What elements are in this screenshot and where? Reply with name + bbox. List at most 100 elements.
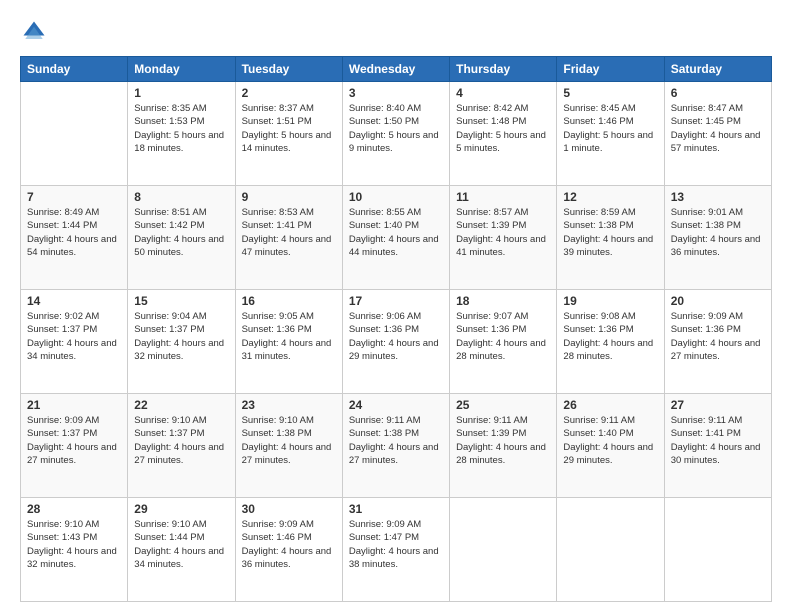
day-info: Sunrise: 8:57 AMSunset: 1:39 PMDaylight:… (456, 206, 550, 259)
calendar-day-cell: 4 Sunrise: 8:42 AMSunset: 1:48 PMDaylight… (450, 82, 557, 186)
day-info: Sunrise: 9:09 AMSunset: 1:37 PMDaylight:… (27, 414, 121, 467)
calendar-day-cell: 26Sunrise: 9:11 AMSunset: 1:40 PMDayligh… (557, 394, 664, 498)
day-info: Sunrise: 9:10 AMSunset: 1:44 PMDaylight:… (134, 518, 228, 571)
weekday-header: Monday (128, 57, 235, 82)
calendar-day-cell: 30 Sunrise: 9:09 AMSunset: 1:46 PMDayligh… (235, 498, 342, 602)
weekday-header: Saturday (664, 57, 771, 82)
day-info: Sunrise: 9:10 AMSunset: 1:37 PMDaylight:… (134, 414, 228, 467)
logo-icon (20, 18, 48, 46)
day-info: Sunrise: 9:07 AMSunset: 1:36 PMDaylight:… (456, 310, 550, 363)
day-info: Sunrise: 9:04 AMSunset: 1:37 PMDaylight:… (134, 310, 228, 363)
weekday-header: Friday (557, 57, 664, 82)
calendar-day-cell: 9Sunrise: 8:53 AMSunset: 1:41 PMDaylight… (235, 186, 342, 290)
calendar-day-cell: 19 Sunrise: 9:08 AMSunset: 1:36 PMDayligh… (557, 290, 664, 394)
calendar-day-cell: 21 Sunrise: 9:09 AMSunset: 1:37 PMDayligh… (21, 394, 128, 498)
day-info: Sunrise: 9:10 AMSunset: 1:43 PMDaylight:… (27, 518, 121, 571)
calendar-day-cell: 3Sunrise: 8:40 AMSunset: 1:50 PMDaylight… (342, 82, 449, 186)
day-number: 12 (563, 190, 657, 204)
day-info: Sunrise: 8:59 AMSunset: 1:38 PMDaylight:… (563, 206, 657, 259)
day-info: Sunrise: 8:37 AMSunset: 1:51 PMDaylight:… (242, 102, 336, 155)
calendar-day-cell: 13 Sunrise: 9:01 AMSunset: 1:38 PMDayligh… (664, 186, 771, 290)
calendar-day-cell: 8 Sunrise: 8:51 AMSunset: 1:42 PMDaylight… (128, 186, 235, 290)
calendar-header-row: SundayMondayTuesdayWednesdayThursdayFrid… (21, 57, 772, 82)
calendar-day-cell: 12 Sunrise: 8:59 AMSunset: 1:38 PMDayligh… (557, 186, 664, 290)
day-number: 24 (349, 398, 443, 412)
calendar-week-row: 7Sunrise: 8:49 AMSunset: 1:44 PMDaylight… (21, 186, 772, 290)
calendar-day-cell (450, 498, 557, 602)
day-number: 16 (242, 294, 336, 308)
day-info: Sunrise: 9:06 AMSunset: 1:36 PMDaylight:… (349, 310, 443, 363)
day-number: 6 (671, 86, 765, 100)
calendar-day-cell: 6Sunrise: 8:47 AMSunset: 1:45 PMDaylight… (664, 82, 771, 186)
day-number: 19 (563, 294, 657, 308)
calendar-day-cell: 31 Sunrise: 9:09 AMSunset: 1:47 PMDayligh… (342, 498, 449, 602)
day-info: Sunrise: 9:09 AMSunset: 1:46 PMDaylight:… (242, 518, 336, 571)
day-info: Sunrise: 9:01 AMSunset: 1:38 PMDaylight:… (671, 206, 765, 259)
calendar-day-cell: 14Sunrise: 9:02 AMSunset: 1:37 PMDayligh… (21, 290, 128, 394)
calendar-week-row: 28 Sunrise: 9:10 AMSunset: 1:43 PMDayligh… (21, 498, 772, 602)
day-number: 15 (134, 294, 228, 308)
calendar-day-cell: 24 Sunrise: 9:11 AMSunset: 1:38 PMDayligh… (342, 394, 449, 498)
calendar-day-cell: 23 Sunrise: 9:10 AMSunset: 1:38 PMDayligh… (235, 394, 342, 498)
day-number: 5 (563, 86, 657, 100)
day-number: 20 (671, 294, 765, 308)
calendar-day-cell: 17 Sunrise: 9:06 AMSunset: 1:36 PMDayligh… (342, 290, 449, 394)
calendar: SundayMondayTuesdayWednesdayThursdayFrid… (20, 56, 772, 602)
day-info: Sunrise: 8:35 AMSunset: 1:53 PMDaylight:… (134, 102, 228, 155)
calendar-week-row: 14Sunrise: 9:02 AMSunset: 1:37 PMDayligh… (21, 290, 772, 394)
weekday-header: Thursday (450, 57, 557, 82)
calendar-day-cell: 15 Sunrise: 9:04 AMSunset: 1:37 PMDayligh… (128, 290, 235, 394)
day-info: Sunrise: 8:55 AMSunset: 1:40 PMDaylight:… (349, 206, 443, 259)
day-info: Sunrise: 9:09 AMSunset: 1:36 PMDaylight:… (671, 310, 765, 363)
day-info: Sunrise: 9:05 AMSunset: 1:36 PMDaylight:… (242, 310, 336, 363)
day-number: 9 (242, 190, 336, 204)
day-info: Sunrise: 8:42 AMSunset: 1:48 PMDaylight:… (456, 102, 550, 155)
day-number: 8 (134, 190, 228, 204)
calendar-week-row: 21 Sunrise: 9:09 AMSunset: 1:37 PMDayligh… (21, 394, 772, 498)
day-number: 31 (349, 502, 443, 516)
weekday-header: Wednesday (342, 57, 449, 82)
day-number: 4 (456, 86, 550, 100)
day-number: 10 (349, 190, 443, 204)
day-number: 23 (242, 398, 336, 412)
calendar-day-cell: 2Sunrise: 8:37 AMSunset: 1:51 PMDaylight… (235, 82, 342, 186)
day-info: Sunrise: 9:02 AMSunset: 1:37 PMDaylight:… (27, 310, 121, 363)
calendar-day-cell (664, 498, 771, 602)
calendar-day-cell (21, 82, 128, 186)
day-info: Sunrise: 9:11 AMSunset: 1:39 PMDaylight:… (456, 414, 550, 467)
header (20, 18, 772, 46)
calendar-day-cell: 20 Sunrise: 9:09 AMSunset: 1:36 PMDayligh… (664, 290, 771, 394)
day-number: 22 (134, 398, 228, 412)
calendar-day-cell: 10 Sunrise: 8:55 AMSunset: 1:40 PMDayligh… (342, 186, 449, 290)
day-number: 1 (134, 86, 228, 100)
day-info: Sunrise: 8:51 AMSunset: 1:42 PMDaylight:… (134, 206, 228, 259)
calendar-day-cell: 11 Sunrise: 8:57 AMSunset: 1:39 PMDayligh… (450, 186, 557, 290)
calendar-day-cell: 28 Sunrise: 9:10 AMSunset: 1:43 PMDayligh… (21, 498, 128, 602)
day-info: Sunrise: 9:08 AMSunset: 1:36 PMDaylight:… (563, 310, 657, 363)
calendar-day-cell: 29 Sunrise: 9:10 AMSunset: 1:44 PMDayligh… (128, 498, 235, 602)
day-number: 30 (242, 502, 336, 516)
day-info: Sunrise: 9:10 AMSunset: 1:38 PMDaylight:… (242, 414, 336, 467)
day-number: 29 (134, 502, 228, 516)
weekday-header: Tuesday (235, 57, 342, 82)
calendar-day-cell: 18Sunrise: 9:07 AMSunset: 1:36 PMDayligh… (450, 290, 557, 394)
calendar-day-cell: 7Sunrise: 8:49 AMSunset: 1:44 PMDaylight… (21, 186, 128, 290)
day-info: Sunrise: 9:11 AMSunset: 1:40 PMDaylight:… (563, 414, 657, 467)
calendar-day-cell: 5Sunrise: 8:45 AMSunset: 1:46 PMDaylight… (557, 82, 664, 186)
day-number: 7 (27, 190, 121, 204)
day-info: Sunrise: 9:09 AMSunset: 1:47 PMDaylight:… (349, 518, 443, 571)
day-number: 11 (456, 190, 550, 204)
calendar-body: 1 Sunrise: 8:35 AMSunset: 1:53 PMDaylight… (21, 82, 772, 602)
calendar-day-cell: 22 Sunrise: 9:10 AMSunset: 1:37 PMDayligh… (128, 394, 235, 498)
day-number: 28 (27, 502, 121, 516)
day-info: Sunrise: 9:11 AMSunset: 1:38 PMDaylight:… (349, 414, 443, 467)
calendar-day-cell: 25Sunrise: 9:11 AMSunset: 1:39 PMDayligh… (450, 394, 557, 498)
day-number: 13 (671, 190, 765, 204)
day-number: 17 (349, 294, 443, 308)
calendar-week-row: 1 Sunrise: 8:35 AMSunset: 1:53 PMDaylight… (21, 82, 772, 186)
day-number: 21 (27, 398, 121, 412)
logo (20, 18, 52, 46)
weekday-header: Sunday (21, 57, 128, 82)
calendar-day-cell (557, 498, 664, 602)
calendar-day-cell: 27Sunrise: 9:11 AMSunset: 1:41 PMDayligh… (664, 394, 771, 498)
